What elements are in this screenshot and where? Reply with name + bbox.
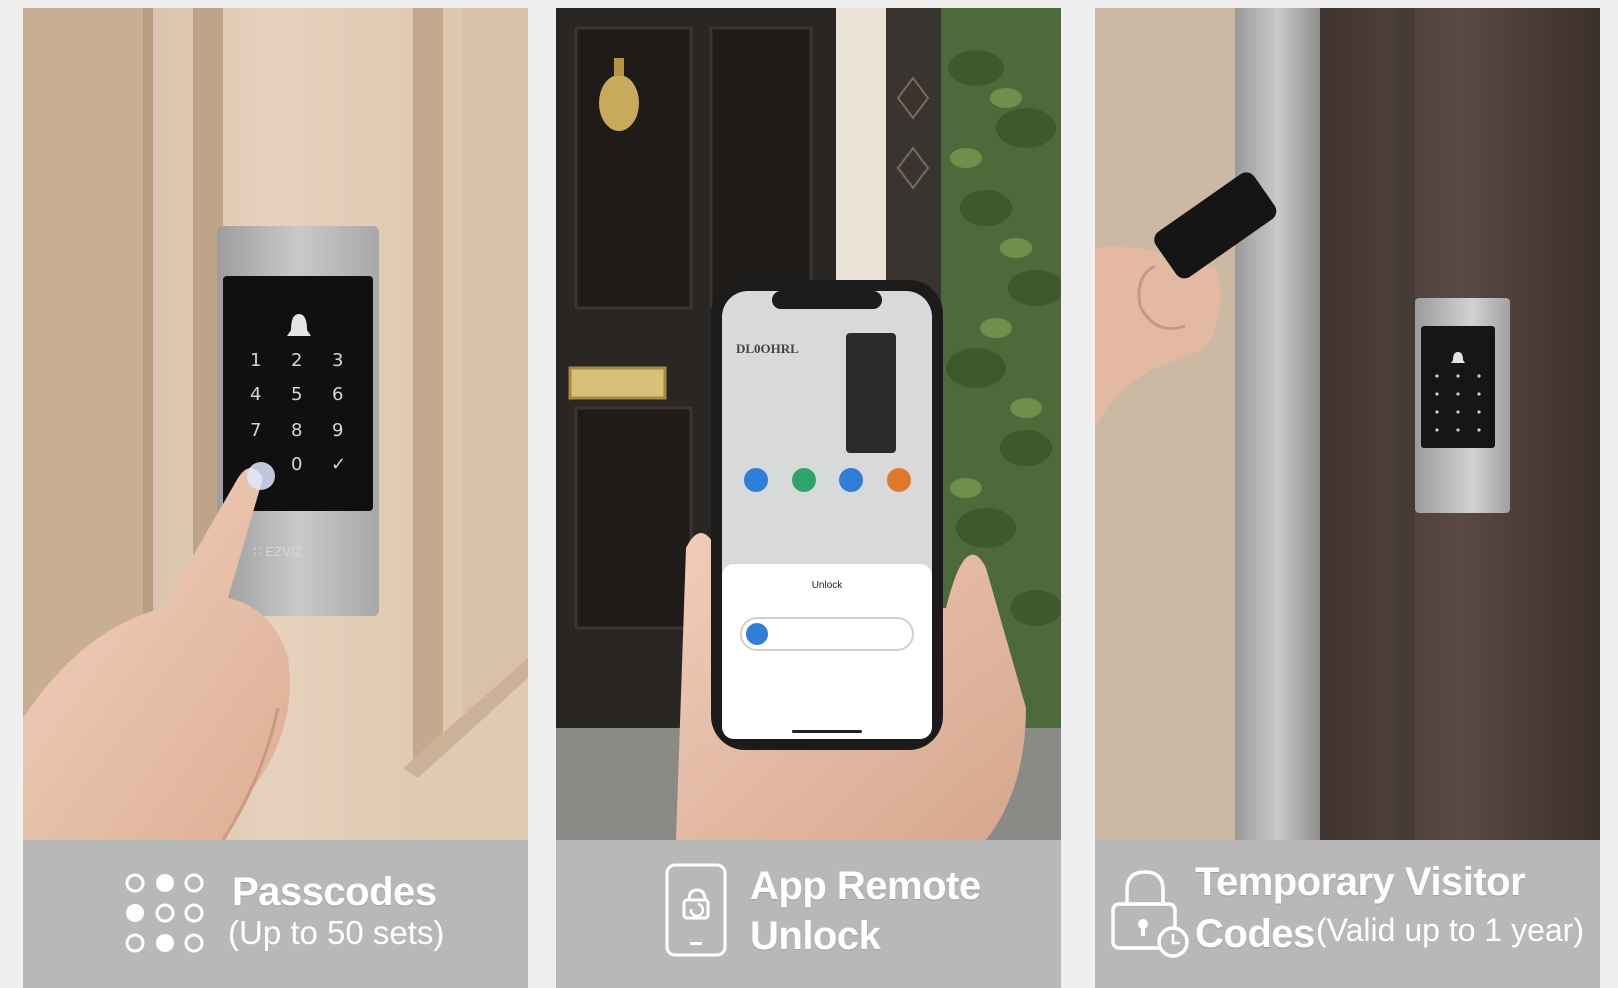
- svg-text:∷ EZVIZ: ∷ EZVIZ: [254, 544, 303, 559]
- keypad-key: 7: [250, 420, 262, 441]
- phone-unlock-icon: [665, 863, 727, 957]
- keypad-key: 1: [250, 350, 262, 371]
- feature-title-line1: Temporary Visitor: [1195, 860, 1526, 904]
- feature-card-visitor-codes: Temporary Visitor Codes (Valid up to 1 y…: [1095, 8, 1600, 988]
- feature-title-line2: Unlock: [750, 914, 881, 958]
- feature-title-line1: App Remote: [750, 864, 981, 908]
- front-door-scene: DL0OHRL Unlock: [556, 8, 1061, 840]
- keypad-key: ✓: [331, 454, 347, 475]
- keypad-dots-icon: [125, 873, 204, 953]
- keypad-key: 8: [291, 420, 303, 441]
- feature-subtitle: (Valid up to 1 year): [1316, 912, 1584, 948]
- keypad-key: 9: [332, 420, 344, 441]
- keypad-lock-photo: ∷ EZVIZ 1 2 3 4 5 6 7 8 9 0 ✓: [23, 8, 528, 840]
- svg-text:Unlock: Unlock: [812, 580, 844, 591]
- gate-scene: [1095, 8, 1600, 840]
- keypad-key: 0: [291, 454, 303, 475]
- keypad-key: 5: [291, 384, 303, 405]
- caption-bar: App Remote Unlock: [556, 840, 1061, 988]
- caption-bar: Passcodes (Up to 50 sets): [23, 840, 528, 988]
- keypad-key: 4: [250, 384, 262, 405]
- feature-subtitle: (Up to 50 sets): [228, 914, 445, 951]
- feature-title: Passcodes: [232, 870, 437, 914]
- door-scene: ∷ EZVIZ: [23, 8, 528, 840]
- feature-card-passcodes: ∷ EZVIZ 1 2 3 4 5 6 7 8 9 0 ✓ Passcodes …: [23, 8, 528, 988]
- keypad-key: 6: [332, 384, 344, 405]
- caption-bar: Temporary Visitor Codes (Valid up to 1 y…: [1095, 840, 1600, 988]
- keypad-key: 3: [332, 350, 344, 371]
- phone-app-photo: DL0OHRL Unlock: [556, 8, 1061, 840]
- visitor-phone-lock-photo: [1095, 8, 1600, 840]
- feature-card-app-remote-unlock: DL0OHRL Unlock App Remote Unlock: [556, 8, 1061, 988]
- feature-title-line2: Codes: [1195, 912, 1315, 956]
- keypad-key: 2: [291, 350, 303, 371]
- svg-text:DL0OHRL: DL0OHRL: [736, 341, 799, 356]
- padlock-clock-icon: [1111, 870, 1189, 958]
